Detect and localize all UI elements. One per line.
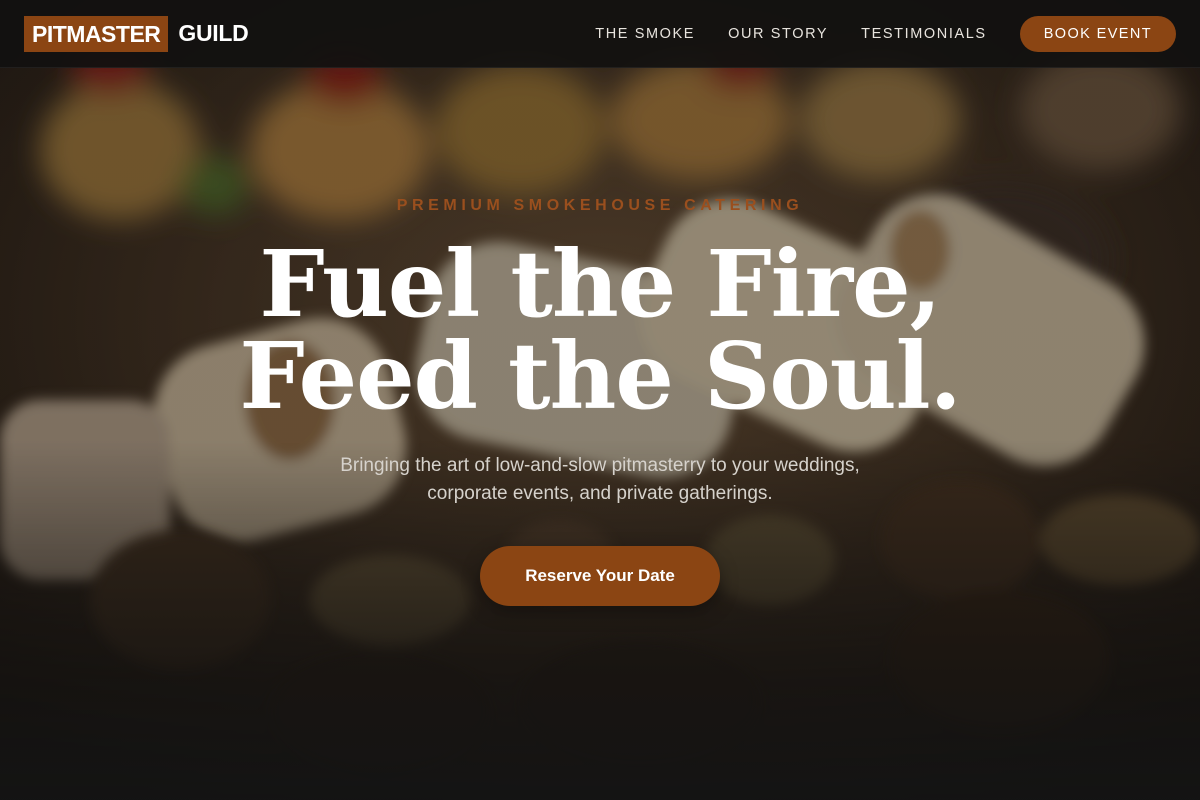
brand-logo[interactable]: PITMASTER GUILD xyxy=(24,15,249,52)
hero-headline: Fuel the Fire, Feed the Soul. xyxy=(0,238,1200,422)
nav-link-testimonials[interactable]: TESTIMONIALS xyxy=(861,26,987,42)
brand-logo-text: GUILD xyxy=(178,20,249,46)
hero-subtitle-line-1: Bringing the art of low-and-slow pitmast… xyxy=(340,455,860,476)
reserve-date-button[interactable]: Reserve Your Date xyxy=(480,546,720,606)
hero-subtitle-line-2: corporate events, and private gatherings… xyxy=(427,483,773,504)
top-navbar: PITMASTER GUILD THE SMOKE OUR STORY TEST… xyxy=(0,0,1200,68)
nav-links: THE SMOKE OUR STORY TESTIMONIALS BOOK EV… xyxy=(562,15,1176,52)
hero-headline-line-1: Fuel the Fire, xyxy=(259,230,941,338)
nav-link-our-story[interactable]: OUR STORY xyxy=(728,26,828,42)
hero-headline-line-2: Feed the Soul. xyxy=(239,322,961,430)
hero-eyebrow: PREMIUM SMOKEHOUSE CATERING xyxy=(396,197,804,214)
hero-subtitle: Bringing the art of low-and-slow pitmast… xyxy=(0,452,1200,508)
nav-link-the-smoke[interactable]: THE SMOKE xyxy=(595,26,695,42)
brand-logo-boxed-text: PITMASTER xyxy=(24,15,169,52)
book-event-button[interactable]: BOOK EVENT xyxy=(1019,15,1176,52)
